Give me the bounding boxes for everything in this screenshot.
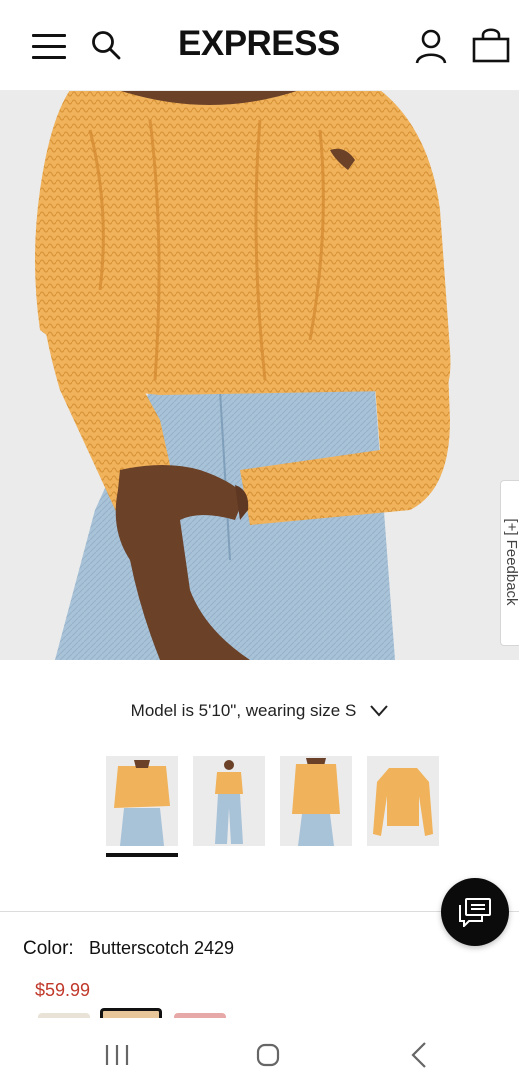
product-price: $59.99	[35, 980, 91, 1000]
menu-icon[interactable]	[32, 32, 66, 60]
thumbnail-full-length[interactable]	[193, 756, 265, 846]
color-selection: Color: Butterscotch 2429	[23, 938, 234, 960]
thumbnail-back[interactable]	[280, 756, 352, 846]
feedback-tab[interactable]: [+] Feedback	[500, 480, 519, 646]
thumbnail-front[interactable]	[106, 756, 178, 846]
product-hero-image[interactable]: [+] Feedback	[0, 90, 519, 660]
thumbnail-selected-indicator	[106, 853, 178, 857]
model-info-text: Model is 5'10", wearing size S	[130, 701, 357, 720]
chat-icon	[459, 898, 491, 927]
model-size-toggle[interactable]: Model is 5'10", wearing size S	[0, 696, 519, 726]
site-header: EXPRESS	[0, 0, 519, 91]
home-icon[interactable]	[256, 1043, 280, 1067]
brand-logo[interactable]: EXPRESS	[178, 22, 370, 66]
color-value: Butterscotch 2429	[88, 938, 235, 958]
shopping-bag-icon[interactable]	[471, 26, 511, 64]
system-navigation-bar	[0, 1018, 519, 1091]
chevron-down-icon	[370, 705, 389, 717]
model-photo	[0, 90, 519, 660]
account-icon[interactable]	[414, 28, 448, 64]
chat-button[interactable]	[441, 878, 509, 946]
color-label: Color:	[23, 938, 74, 959]
recent-apps-icon[interactable]	[104, 1044, 130, 1066]
thumbnail-flat-lay[interactable]	[367, 756, 439, 846]
feedback-label: [+] Feedback	[503, 518, 519, 606]
back-icon[interactable]	[410, 1041, 428, 1069]
search-icon[interactable]	[90, 29, 122, 61]
